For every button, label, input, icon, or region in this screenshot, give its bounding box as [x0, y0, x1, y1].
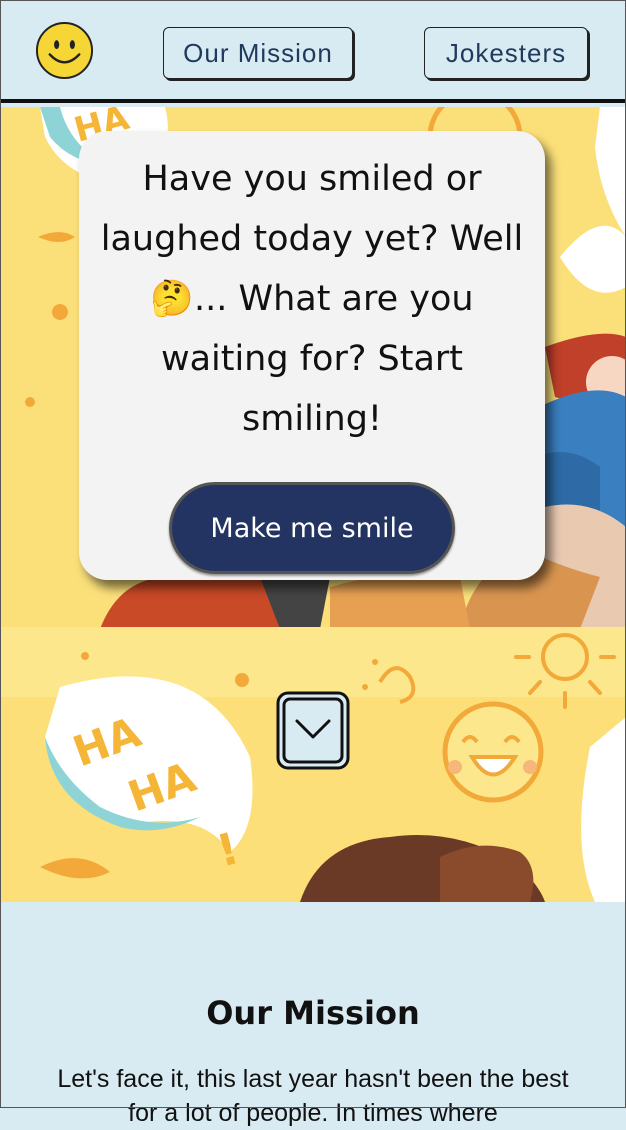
- hero-message: Have you smiled or laughed today yet? We…: [100, 159, 524, 439]
- nav-jokesters-link[interactable]: Jokesters: [424, 27, 588, 79]
- make-me-smile-button[interactable]: Make me smile: [169, 482, 455, 574]
- nav-our-mission-link[interactable]: Our Mission: [163, 27, 353, 79]
- chevron-down-icon[interactable]: [276, 691, 350, 770]
- mission-title: Our Mission: [206, 994, 420, 1032]
- mission-body: Let's face it, this last year hasn't bee…: [57, 1065, 569, 1127]
- hero-card: Have you smiled or laughed today yet? We…: [79, 131, 545, 580]
- smiley-icon[interactable]: [35, 21, 94, 80]
- mission-section: Our Mission Let's face it, this last yea…: [0, 902, 626, 1127]
- site-header: Our Mission Jokesters: [0, 0, 626, 103]
